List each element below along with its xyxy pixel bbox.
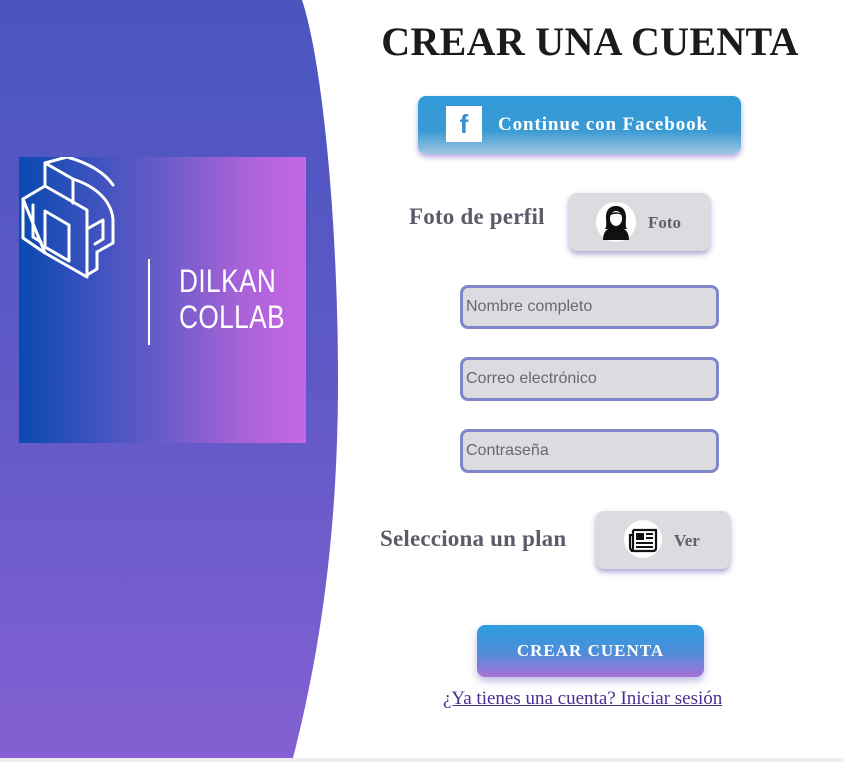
newspaper-icon (624, 520, 662, 558)
email-input[interactable] (460, 357, 719, 401)
brand-wordmark: DILKAN COLLAB (179, 263, 285, 335)
full-name-input[interactable] (460, 285, 719, 329)
brand-name-line2: COLLAB (179, 299, 286, 335)
plan-button-label: Ver (674, 531, 700, 550)
user-avatar-icon (596, 202, 636, 242)
profile-photo-label: Foto de perfil (409, 204, 545, 229)
facebook-icon: f (446, 106, 482, 142)
brand-name-line1: DILKAN (179, 263, 277, 299)
plan-label: Selecciona un plan (380, 526, 567, 551)
isometric-logo-icon (21, 157, 115, 279)
view-plans-button[interactable]: Ver (596, 511, 730, 569)
login-link[interactable]: ¿Ya tienes una cuenta? Iniciar sesión (443, 688, 722, 710)
brand-panel: DILKAN COLLAB (0, 0, 345, 758)
photo-button-label: Foto (648, 213, 682, 232)
password-input[interactable] (460, 429, 719, 473)
logo-divider (148, 259, 150, 345)
upload-photo-button[interactable]: Foto (569, 193, 710, 251)
create-account-button[interactable]: CREAR CUENTA (477, 625, 704, 677)
facebook-button-label: Continue con Facebook (498, 114, 708, 135)
page-title: CREAR UNA CUENTA (381, 19, 799, 64)
facebook-login-button[interactable]: f Continue con Facebook (418, 96, 741, 154)
bottom-border (0, 758, 843, 762)
brand-logo-card: DILKAN COLLAB (19, 157, 306, 443)
